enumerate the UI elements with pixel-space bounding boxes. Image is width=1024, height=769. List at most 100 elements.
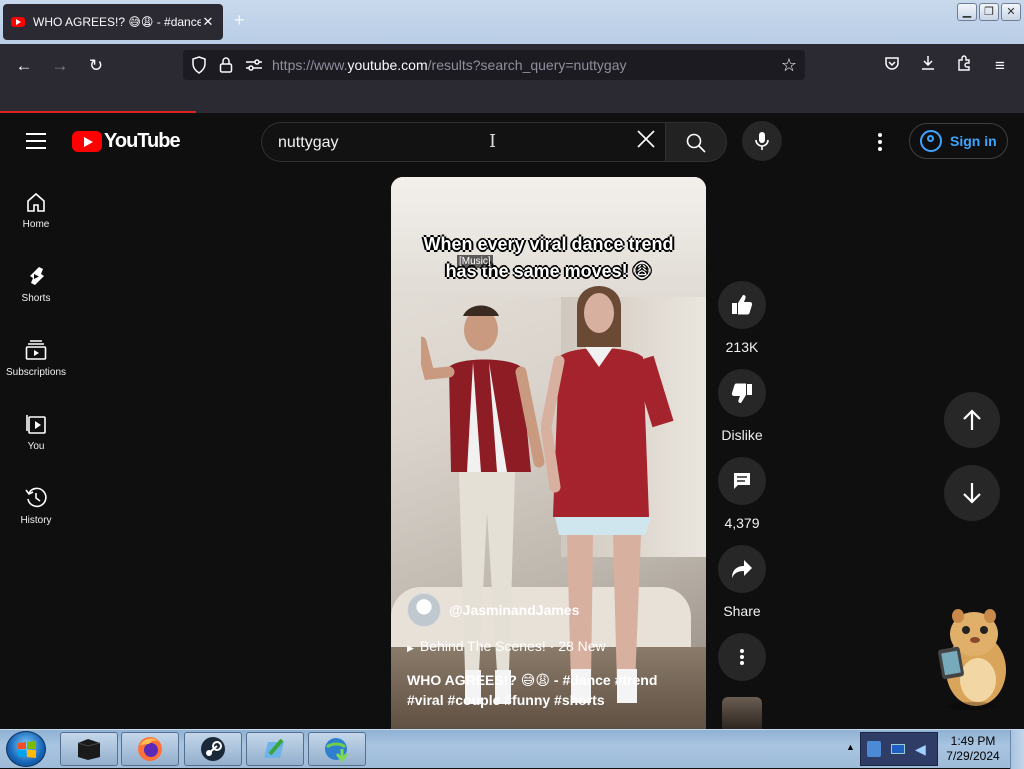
youtube-header: YouTube nuttygay I Sign in [0,115,1024,171]
minimize-button[interactable]: ▁ [957,3,977,21]
comment-count: 4,379 [724,515,760,531]
lock-icon[interactable] [219,56,233,79]
maximize-button[interactable]: ❐ [979,3,999,21]
extensions-icon[interactable] [952,54,976,78]
thumbs-up-icon [732,295,753,315]
like-button[interactable]: 213K [718,281,766,355]
shorts-video-player[interactable]: When every viral dance trend has the sam… [391,177,706,729]
more-vert-icon [740,649,744,665]
youtube-logo[interactable]: YouTube [72,130,181,153]
pocket-icon[interactable] [880,54,904,78]
playlist-link[interactable]: ▶ Behind The Scenes! · 28 New [407,638,606,654]
back-arrow-icon[interactable]: ← [12,54,36,78]
page-load-progress [0,111,196,113]
clock-date: 7/29/2024 [946,749,1000,763]
taskbar-steam-app[interactable] [184,732,242,766]
sign-in-button[interactable]: Sign in [909,123,1008,159]
comments-circle[interactable] [718,457,766,505]
previous-short-button[interactable] [944,392,1000,448]
sidebar-item-shorts[interactable]: Shorts [0,245,72,315]
show-hidden-icons-arrow-icon[interactable]: ▲ [846,742,855,752]
shorts-icon [30,267,44,285]
sidebar-item-subscriptions[interactable]: Subscriptions [0,319,72,389]
taskbar-terminal-app[interactable] [60,732,118,766]
video-person-left [421,305,545,704]
volume-icon[interactable]: ◀ [915,741,929,757]
file-manager-icon [264,738,284,758]
share-button[interactable]: Share [718,545,766,619]
app-menu-icon[interactable]: ≡ [988,54,1012,78]
search-button[interactable] [665,122,727,162]
sidebar-item-history[interactable]: History [0,467,72,537]
window-controls: ▁ ❐ ✕ [957,3,1021,21]
reload-icon[interactable]: ↻ [84,54,108,78]
youtube-logo-text: YouTube [104,130,181,152]
dislike-circle[interactable] [718,369,766,417]
hamster-desktop-pet [938,609,1006,710]
sidebar-item-label: Subscriptions [5,367,67,378]
clock-time: 1:49 PM [950,734,996,748]
taskbar-firefox-app[interactable] [121,732,179,766]
sound-thumbnail[interactable] [722,697,762,729]
forward-arrow-icon[interactable]: → [48,54,72,78]
comment-icon [734,473,750,489]
network-icon[interactable] [891,744,905,754]
subscriptions-icon [25,340,47,360]
toolbar-spacer [0,88,1024,114]
permissions-icon[interactable] [245,58,263,77]
search-input[interactable]: nuttygay I [261,122,665,162]
close-window-button[interactable]: ✕ [1001,3,1021,21]
taskbar-clock[interactable]: 1:49 PM 7/29/2024 [940,734,1006,764]
settings-more-icon[interactable] [872,131,888,153]
like-circle[interactable] [718,281,766,329]
sign-in-label: Sign in [950,133,997,149]
like-count: 213K [725,339,759,355]
search-query-text: nuttygay [278,134,339,151]
windows-logo-icon [18,741,36,758]
hamburger-menu-icon[interactable] [26,133,46,149]
taskbar-file-manager-app[interactable] [246,732,304,766]
browser-tab-active[interactable]: WHO AGREES!? 😅😩 - #dance # ✕ [3,4,223,40]
microphone-icon [755,132,769,150]
url-bar[interactable]: https://www.youtube.com/results?search_q… [183,50,805,80]
system-tray: ◀ [860,732,938,766]
windows-taskbar: ▲ ◀ 1:49 PM 7/29/2024 [0,729,1024,769]
more-actions-circle[interactable] [718,633,766,681]
dislike-label: Dislike [721,427,763,443]
taskbar-download-manager-app[interactable] [308,732,366,766]
tab-title: WHO AGREES!? 😅😩 - #dance # [33,15,201,29]
sidebar-item-you[interactable]: You [0,393,72,463]
bookmark-star-icon[interactable]: ☆ [781,55,797,76]
caption-line-2: has the same moves! 😩 [445,261,652,281]
tray-app-icon[interactable] [867,741,881,757]
caption-line-1: When every viral dance trend [423,234,674,254]
steam-icon [201,737,225,761]
show-desktop-button[interactable] [1010,730,1024,769]
dislike-button[interactable]: Dislike [718,369,766,443]
clear-search-icon[interactable] [633,129,659,155]
sidebar-item-home[interactable]: Home [0,171,72,241]
tab-close-icon[interactable]: ✕ [201,14,215,30]
start-button[interactable] [6,731,46,767]
tracking-shield-icon[interactable] [191,56,207,79]
arrow-up-icon [963,409,981,430]
new-tab-button[interactable]: + [234,10,245,31]
channel-name[interactable]: @JasminandJames [449,602,579,618]
playlist-play-icon: ▶ [407,643,414,653]
more-actions-button[interactable] [718,633,766,681]
you-icon [26,415,46,434]
video-description[interactable]: WHO AGREES!? 😅😩 - #dance #trend #viral #… [407,670,697,710]
voice-search-button[interactable] [742,121,782,161]
firefox-icon [138,737,162,761]
channel-row[interactable]: @JasminandJames [407,593,579,627]
playlist-label: Behind The Scenes! · 28 New [419,638,606,654]
youtube-logo-icon [72,131,102,152]
share-circle[interactable] [718,545,766,593]
downloads-icon[interactable] [916,54,940,78]
comments-button[interactable]: 4,379 [718,457,766,531]
next-short-button[interactable] [944,465,1000,521]
home-icon [27,192,45,212]
share-label: Share [723,603,761,619]
sidebar-item-label: Shorts [21,293,51,304]
channel-avatar[interactable] [407,593,441,627]
